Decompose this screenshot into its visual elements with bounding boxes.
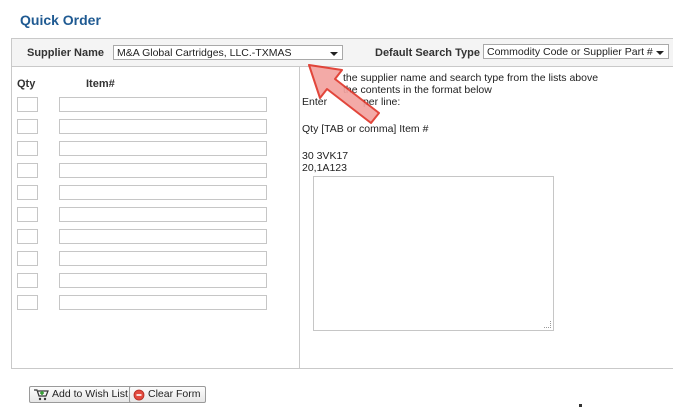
item-input[interactable]: [59, 119, 267, 134]
qty-input[interactable]: [17, 295, 38, 310]
add-to-wishlist-label: Add to Wish List: [52, 388, 128, 400]
qty-input[interactable]: [17, 251, 38, 266]
qty-input[interactable]: [17, 229, 38, 244]
item-input[interactable]: [59, 207, 267, 222]
qty-input[interactable]: [17, 141, 38, 156]
qty-input[interactable]: [17, 97, 38, 112]
example-line: 20,1A123: [302, 162, 347, 174]
page-title: Quick Order: [20, 12, 101, 28]
add-to-wishlist-button[interactable]: Add to Wish List: [29, 386, 133, 403]
instruction-text: Enter: [302, 96, 328, 108]
item-input[interactable]: [59, 251, 267, 266]
resize-handle-icon[interactable]: [544, 321, 551, 328]
paste-instructions: the supplier name and search type from t…: [302, 72, 602, 174]
supplier-name-select[interactable]: M&A Global Cartridges, LLC.-TXMAS: [113, 45, 343, 60]
qty-input[interactable]: [17, 207, 38, 222]
instruction-line: Enter per line:: [302, 96, 602, 108]
clear-form-label: Clear Form: [148, 388, 201, 400]
chevron-down-icon: [330, 52, 338, 56]
paste-textarea[interactable]: [313, 176, 554, 331]
chevron-down-icon: [656, 51, 664, 55]
item-input[interactable]: [59, 163, 267, 178]
qty-input[interactable]: [17, 163, 38, 178]
item-input[interactable]: [59, 141, 267, 156]
instruction-line: the contents in the format below: [343, 84, 492, 96]
supplier-name-label: Supplier Name: [27, 47, 105, 59]
example-line: 30 3VK17: [302, 150, 349, 162]
order-toolbar: Supplier Name M&A Global Cartridges, LLC…: [12, 39, 673, 67]
qty-input[interactable]: [17, 119, 38, 134]
item-column-header: Item#: [86, 78, 115, 90]
item-input[interactable]: [59, 273, 267, 288]
item-input[interactable]: [59, 185, 267, 200]
clear-form-button[interactable]: Clear Form: [129, 386, 206, 403]
stray-mark: [579, 404, 582, 407]
supplier-name-value: M&A Global Cartridges, LLC.-TXMAS: [117, 47, 292, 59]
qty-input[interactable]: [17, 273, 38, 288]
item-input[interactable]: [59, 229, 267, 244]
format-line: Qty [TAB or comma] Item #: [302, 123, 429, 135]
item-input[interactable]: [59, 97, 267, 112]
column-divider: [299, 67, 300, 368]
item-input[interactable]: [59, 295, 267, 310]
cart-add-icon: [34, 388, 49, 400]
qty-column-header: Qty: [17, 78, 36, 90]
search-type-select[interactable]: Commodity Code or Supplier Part #: [483, 44, 669, 59]
qty-input[interactable]: [17, 185, 38, 200]
instruction-text: per line:: [362, 96, 401, 108]
instruction-line: the supplier name and search type from t…: [343, 72, 599, 84]
search-type-label: Default Search Type: [375, 47, 480, 59]
search-type-value: Commodity Code or Supplier Part #: [487, 46, 653, 58]
clear-icon: [133, 389, 145, 400]
